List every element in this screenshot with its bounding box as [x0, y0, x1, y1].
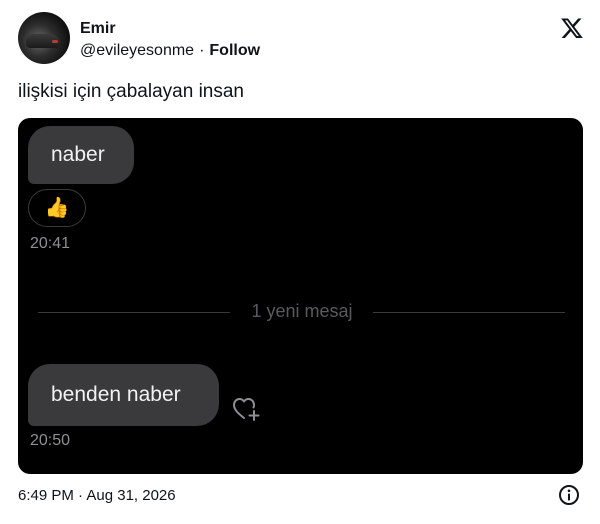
chat-screenshot-media[interactable]: naber 👍 20:41 1 yeni mesaj benden naber …	[18, 118, 583, 474]
author-name[interactable]: Emir	[80, 19, 116, 39]
divider-line-right	[373, 312, 565, 313]
avatar[interactable]	[18, 12, 70, 64]
tweet-text: ilişkisi için çabalayan insan	[18, 81, 244, 102]
message-bubble: naber	[28, 126, 134, 184]
new-messages-divider: 1 yeni mesaj	[251, 301, 353, 321]
thumbs-up-reaction-icon: 👍	[28, 189, 86, 227]
tweet-header: Emir @evileyesonme · Follow	[18, 12, 584, 66]
x-logo-icon[interactable]	[560, 16, 584, 40]
heart-plus-icon	[233, 398, 260, 421]
message-bubble: benden naber	[28, 364, 219, 426]
tweet-timestamp[interactable]: 6:49 PM · Aug 31, 2026	[18, 486, 176, 506]
author-handle[interactable]: @evileyesonme	[80, 42, 194, 59]
follow-button[interactable]: Follow	[209, 42, 260, 59]
message-time: 20:41	[30, 235, 71, 252]
author-handle-row: @evileyesonme · Follow	[80, 41, 260, 61]
avatar-taillight	[52, 40, 58, 43]
message-time: 20:50	[30, 432, 71, 449]
separator-dot: ·	[199, 42, 205, 59]
info-icon[interactable]	[558, 484, 580, 506]
divider-line-left	[38, 312, 230, 313]
